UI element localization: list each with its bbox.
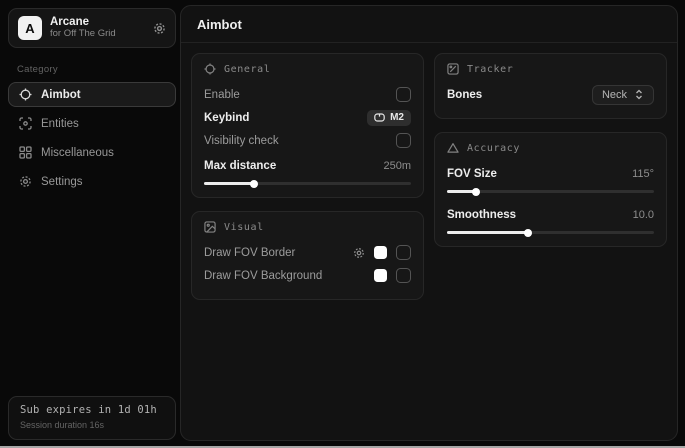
fov-border-color-swatch[interactable] [374, 246, 387, 259]
enable-label: Enable [204, 89, 240, 101]
image-icon [204, 221, 216, 233]
fov-border-checkbox[interactable] [396, 245, 411, 260]
max-distance-row: Max distance 250m [204, 154, 411, 177]
content-grid: General Enable Keybind M2 [181, 43, 677, 310]
smoothness-row: Smoothness 10.0 [447, 203, 654, 226]
visibility-check-row: Visibility check [204, 129, 411, 152]
max-distance-label: Max distance [204, 160, 276, 172]
enable-checkbox[interactable] [396, 87, 411, 102]
panel-title: General [224, 64, 270, 75]
fov-background-row: Draw FOV Background [204, 264, 411, 287]
visual-panel: Visual Draw FOV Border [191, 211, 424, 300]
main-panel: Aimbot General Enable K [180, 5, 678, 441]
fov-background-color-swatch[interactable] [374, 269, 387, 282]
panel-title: Accuracy [467, 143, 520, 154]
mouse-icon [374, 113, 385, 122]
sidebar-item-label: Entities [41, 118, 79, 130]
keybind-value: M2 [390, 112, 404, 123]
slider-fill [447, 231, 528, 234]
subscription-card: Sub expires in 1d 01h Session duration 1… [8, 396, 176, 440]
panel-title: Tracker [467, 64, 513, 75]
smoothness-value: 10.0 [633, 209, 654, 221]
tracker-icon [447, 63, 459, 75]
accuracy-panel: Accuracy FOV Size 115° Smoothness 10.0 [434, 132, 667, 247]
bones-row: Bones Neck [447, 83, 654, 106]
sidebar-item-miscellaneous[interactable]: Miscellaneous [8, 140, 176, 165]
sidebar-item-aimbot[interactable]: Aimbot [8, 82, 176, 107]
sidebar-item-label: Settings [41, 176, 83, 188]
sidebar-item-label: Aimbot [41, 89, 81, 101]
bones-dropdown[interactable]: Neck [592, 85, 654, 105]
fov-size-row: FOV Size 115° [447, 162, 654, 185]
visibility-check-label: Visibility check [204, 135, 279, 147]
visibility-check-checkbox[interactable] [396, 133, 411, 148]
keybind-row: Keybind M2 [204, 106, 411, 129]
sidebar-item-entities[interactable]: Entities [8, 111, 176, 136]
slider-fill [204, 182, 254, 185]
max-distance-value: 250m [383, 160, 411, 172]
main-header: Aimbot [181, 6, 677, 43]
sidebar-item-label: Miscellaneous [41, 147, 114, 159]
gear-icon[interactable] [153, 22, 166, 35]
smoothness-label: Smoothness [447, 209, 516, 221]
bones-selected-value: Neck [602, 89, 627, 101]
session-duration-text: Session duration 16s [20, 419, 164, 433]
fov-size-value: 115° [632, 168, 654, 180]
sidebar-nav: Aimbot Entities Miscellaneous [8, 82, 176, 194]
max-distance-slider[interactable] [204, 182, 411, 185]
grid-icon [19, 146, 32, 159]
fov-background-label: Draw FOV Background [204, 270, 322, 282]
sidebar: A Arcane for Off The Grid Category Aimbo… [8, 8, 176, 440]
general-panel: General Enable Keybind M2 [191, 53, 424, 198]
scan-eye-icon [19, 117, 32, 130]
sub-expiry-text: Sub expires in 1d 01h [20, 403, 164, 419]
crosshair-icon [204, 63, 216, 75]
fov-size-label: FOV Size [447, 168, 497, 180]
tracker-panel: Tracker Bones Neck [434, 53, 667, 119]
smoothness-slider[interactable] [447, 231, 654, 234]
sidebar-item-settings[interactable]: Settings [8, 169, 176, 194]
fov-border-row: Draw FOV Border [204, 241, 411, 264]
keybind-button[interactable]: M2 [367, 110, 411, 126]
fov-border-label: Draw FOV Border [204, 247, 295, 259]
fov-background-checkbox[interactable] [396, 268, 411, 283]
enable-row: Enable [204, 83, 411, 106]
chevrons-up-down-icon [634, 89, 644, 100]
gear-icon[interactable] [353, 247, 365, 259]
slider-fill [447, 190, 476, 193]
fov-size-slider[interactable] [447, 190, 654, 193]
app-subtitle: for Off The Grid [50, 29, 145, 40]
crosshair-icon [19, 88, 32, 101]
app-logo: A [18, 16, 42, 40]
page-title: Aimbot [197, 17, 661, 32]
category-label: Category [17, 64, 167, 75]
bones-label: Bones [447, 89, 482, 101]
panel-title: Visual [224, 222, 264, 233]
app-header-card: A Arcane for Off The Grid [8, 8, 176, 48]
keybind-label: Keybind [204, 112, 249, 124]
triangle-icon [447, 142, 459, 154]
gear-icon [19, 175, 32, 188]
